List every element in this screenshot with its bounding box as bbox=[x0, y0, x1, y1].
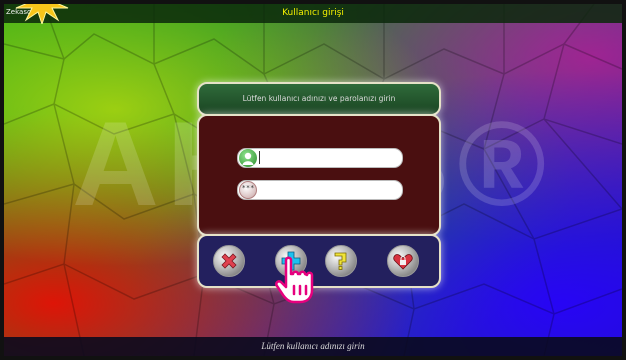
password-hint-button[interactable] bbox=[325, 245, 357, 277]
status-text: Lütfen kullanıcı adınızı girin bbox=[261, 341, 365, 351]
username-input[interactable] bbox=[260, 150, 396, 164]
app-frame: AHOB® Kullanıcı girişi Zekasoft Lütfen k… bbox=[4, 4, 622, 356]
status-bar: Lütfen kullanıcı adınızı girin bbox=[4, 337, 622, 356]
window-title: Kullanıcı girişi bbox=[282, 8, 344, 18]
starburst-badge bbox=[15, 4, 69, 24]
cancel-button[interactable] bbox=[213, 245, 245, 277]
prompt-text: Lütfen kullanıcı adınızı ve parolanızı g… bbox=[242, 94, 396, 103]
credentials-panel: *** bbox=[197, 114, 441, 236]
close-icon bbox=[221, 253, 237, 269]
lock-icon bbox=[393, 254, 413, 270]
password-icon: *** bbox=[239, 181, 257, 199]
title-bar: Kullanıcı girişi Zekasoft bbox=[4, 4, 622, 23]
pointer-hand-icon bbox=[275, 256, 314, 304]
username-field[interactable] bbox=[237, 148, 403, 168]
password-field[interactable]: *** bbox=[237, 180, 403, 200]
action-panel bbox=[197, 234, 441, 288]
password-input[interactable] bbox=[260, 182, 396, 196]
lock-button[interactable] bbox=[387, 245, 419, 277]
prompt-panel: Lütfen kullanıcı adınızı ve parolanızı g… bbox=[197, 82, 441, 116]
user-icon bbox=[239, 149, 257, 167]
password-icon-text: *** bbox=[241, 184, 255, 192]
question-icon bbox=[334, 252, 347, 270]
